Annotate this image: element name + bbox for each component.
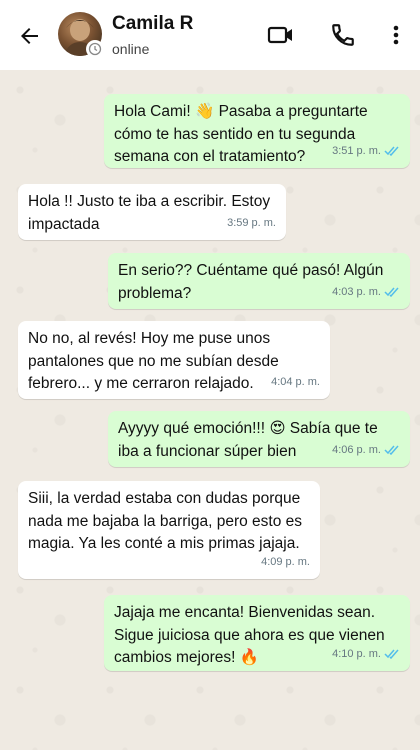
back-arrow-icon[interactable] — [16, 22, 44, 50]
message-time: 4:09 p. m. — [261, 555, 310, 568]
read-ticks-icon — [384, 146, 399, 157]
chat-area[interactable]: Hola Cami! 👋 Pasaba a preguntarte cómo t… — [0, 70, 420, 750]
message-meta: 4:06 p. m. — [332, 439, 400, 462]
message-meta: 4:10 p. m. — [332, 643, 400, 666]
message-bubble[interactable]: Hola !! Justo te iba a escribir. Estoy i… — [18, 184, 286, 240]
voice-call-icon[interactable] — [328, 20, 358, 50]
message-meta: 3:51 p. m. — [332, 140, 400, 163]
contact-name[interactable]: Camila R — [112, 13, 193, 35]
more-options-icon[interactable] — [381, 20, 411, 50]
read-ticks-icon — [384, 287, 399, 298]
message-meta: 3:59 p. m. — [227, 212, 276, 235]
chat-header: Camila R online — [0, 0, 420, 70]
message-bubble[interactable]: Hola Cami! 👋 Pasaba a preguntarte cómo t… — [104, 94, 410, 168]
message-bubble[interactable]: Ayyyy qué emoción!!! 😍 Sabía que te iba … — [108, 411, 410, 467]
message-time: 3:51 p. m. — [332, 144, 381, 157]
message-time: 4:06 p. m. — [332, 443, 381, 456]
read-ticks-icon — [384, 445, 399, 456]
message-time: 4:10 p. m. — [332, 647, 381, 660]
read-ticks-icon — [384, 649, 399, 660]
message-text: Siii, la verdad estaba con dudas porque … — [28, 490, 307, 552]
message-time: 3:59 p. m. — [227, 216, 276, 229]
message-meta: 4:03 p. m. — [332, 281, 400, 304]
message-time: 4:03 p. m. — [332, 285, 381, 298]
message-bubble[interactable]: Siii, la verdad estaba con dudas porque … — [18, 481, 320, 579]
message-bubble[interactable]: En serio?? Cuéntame qué pasó! Algún prob… — [108, 253, 410, 309]
message-meta: 4:09 p. m. — [261, 551, 310, 574]
status-clock-icon — [86, 40, 104, 58]
message-bubble[interactable]: Jajaja me encanta! Bienvenidas sean. Sig… — [104, 595, 410, 671]
message-bubble[interactable]: No no, al revés! Hoy me puse unos pantal… — [18, 321, 330, 399]
contact-status: online — [112, 41, 150, 57]
video-call-icon[interactable] — [266, 20, 296, 50]
message-time: 4:04 p. m. — [271, 375, 320, 388]
message-meta: 4:04 p. m. — [271, 371, 320, 394]
